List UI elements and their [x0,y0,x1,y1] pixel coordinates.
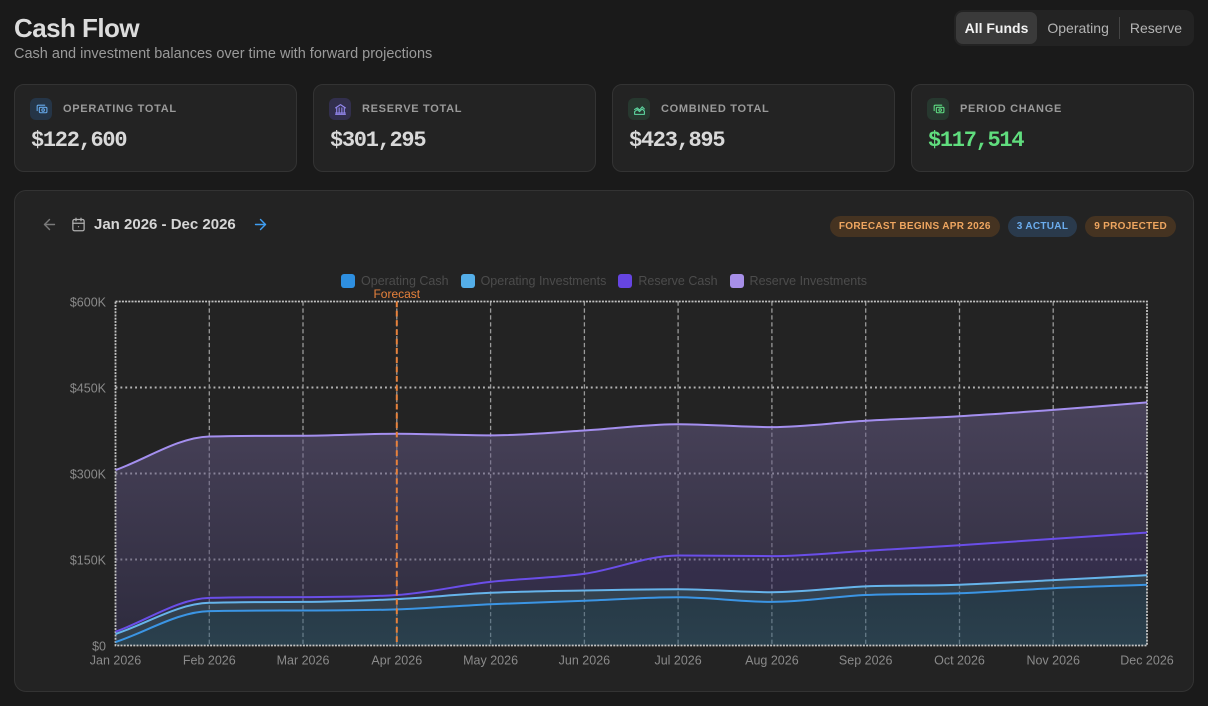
svg-text:Apr 2026: Apr 2026 [371,654,422,668]
svg-text:Mar 2026: Mar 2026 [277,654,330,668]
svg-text:Nov 2026: Nov 2026 [1026,654,1080,668]
svg-text:$150K: $150K [70,554,107,568]
svg-text:$450K: $450K [70,382,107,396]
svg-text:Feb 2026: Feb 2026 [183,654,236,668]
svg-text:Oct 2026: Oct 2026 [934,654,985,668]
svg-text:$300K: $300K [70,468,107,482]
svg-text:Forecast: Forecast [373,287,420,301]
svg-text:Jan 2026: Jan 2026 [90,654,141,668]
svg-text:Aug 2026: Aug 2026 [745,654,799,668]
svg-text:$600K: $600K [70,296,107,310]
svg-text:Sep 2026: Sep 2026 [839,654,893,668]
svg-text:Dec 2026: Dec 2026 [1120,654,1174,668]
svg-text:Jul 2026: Jul 2026 [654,654,701,668]
svg-text:$0: $0 [92,640,106,654]
svg-text:May 2026: May 2026 [463,654,518,668]
svg-text:Jun 2026: Jun 2026 [559,654,610,668]
